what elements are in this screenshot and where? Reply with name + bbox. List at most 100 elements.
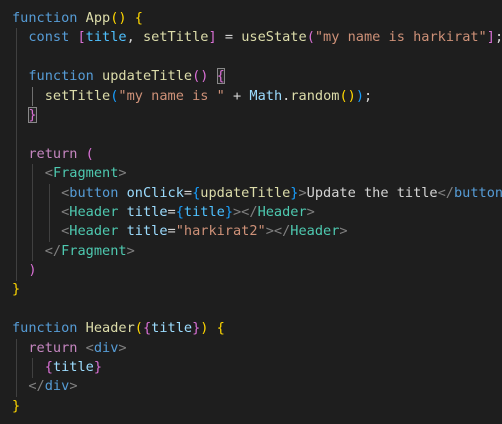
code-line[interactable]: </Fragment> <box>0 242 502 261</box>
code-token: ></ <box>233 203 258 220</box>
code-line[interactable]: function Header({title}) { <box>0 319 502 338</box>
code-token: title <box>126 223 168 240</box>
indent-guide <box>16 338 17 397</box>
code-token: title <box>151 320 193 337</box>
code-token: Fragment <box>52 165 119 182</box>
code-line[interactable] <box>0 300 502 319</box>
code-token: () <box>110 10 127 26</box>
code-token: } <box>28 106 37 123</box>
code-token: ; <box>364 87 373 104</box>
code-line[interactable] <box>0 125 502 144</box>
code-token: > <box>118 165 127 182</box>
code-line[interactable]: setTitle("my name is " + Math.random()); <box>0 87 502 106</box>
code-token: { <box>44 359 53 376</box>
code-token: onClick <box>126 184 184 201</box>
code-token: const <box>28 29 70 46</box>
code-line[interactable]: <button onClick={updateTitle}>Update the… <box>0 184 502 203</box>
code-token: function <box>12 10 78 26</box>
code-line[interactable]: function updateTitle() { <box>0 67 502 86</box>
code-line[interactable]: } <box>0 106 502 125</box>
code-token: Fragment <box>61 242 127 259</box>
code-line[interactable]: {title} <box>0 358 502 377</box>
code-token: button <box>454 184 502 201</box>
code-token: > <box>339 223 348 240</box>
code-token: div <box>93 339 119 356</box>
code-line[interactable] <box>0 48 502 67</box>
code-token: > <box>126 242 135 259</box>
code-line[interactable]: <Header title="harkirat2"></Header> <box>0 222 502 241</box>
code-token: title <box>183 203 225 220</box>
code-line[interactable]: </div> <box>0 377 502 396</box>
code-token: () <box>339 87 356 104</box>
code-token: { <box>175 203 184 220</box>
code-line[interactable]: return ( <box>0 145 502 164</box>
code-token: = <box>167 223 176 240</box>
code-token: { <box>142 320 152 337</box>
code-token: > <box>118 339 127 356</box>
code-token: </ <box>437 184 454 201</box>
indent-guide <box>32 86 33 106</box>
code-token: setTitle <box>142 29 209 46</box>
code-token: } <box>12 397 21 414</box>
code-token: "my name is harkirat" <box>314 29 487 46</box>
indent-guide <box>32 164 33 262</box>
code-token: function <box>28 68 94 85</box>
indent-guide <box>16 28 17 281</box>
code-token: { <box>216 320 225 337</box>
code-token: random <box>290 87 340 104</box>
code-token: < <box>85 339 94 356</box>
code-token: Header <box>257 203 307 220</box>
code-token: ( <box>85 145 94 162</box>
code-token: title <box>52 359 94 376</box>
code-token: title <box>126 203 168 220</box>
code-line[interactable]: function App() { <box>0 9 502 28</box>
code-token: Header <box>69 223 119 240</box>
code-line[interactable]: <Fragment> <box>0 164 502 183</box>
code-token: } <box>12 281 21 298</box>
code-line[interactable]: <Header title={title}></Header> <box>0 203 502 222</box>
code-line[interactable]: } <box>0 397 502 416</box>
code-token: Update the title <box>306 184 438 201</box>
code-lines: function App() { const [title, setTitle]… <box>0 9 502 416</box>
code-line[interactable]: const [title, setTitle] = useState("my n… <box>0 28 502 47</box>
code-token: = <box>167 203 176 220</box>
code-token: } <box>224 203 233 220</box>
code-token: "my name is " <box>118 87 225 104</box>
code-token: </ <box>44 242 62 259</box>
code-token: ( <box>306 29 315 46</box>
code-token: updateTitle <box>102 68 193 85</box>
code-line[interactable]: ) <box>0 261 502 280</box>
code-token: = <box>183 184 193 201</box>
code-token: [ <box>77 29 86 46</box>
code-token: () <box>192 68 209 85</box>
code-editor[interactable]: function App() { const [title, setTitle]… <box>0 0 502 424</box>
code-token: "harkirat2" <box>175 223 266 240</box>
code-line[interactable]: return <div> <box>0 339 502 358</box>
code-token: function <box>12 320 78 337</box>
code-token: Math <box>249 87 283 104</box>
code-token: title <box>85 29 127 46</box>
code-token: return <box>28 339 78 356</box>
code-token: > <box>69 378 78 395</box>
code-line[interactable]: } <box>0 280 502 299</box>
indent-guide <box>32 358 33 378</box>
code-token: Header <box>290 223 340 240</box>
code-token: ) <box>355 87 364 104</box>
code-token: ] <box>208 29 217 46</box>
code-token: </ <box>28 378 45 395</box>
